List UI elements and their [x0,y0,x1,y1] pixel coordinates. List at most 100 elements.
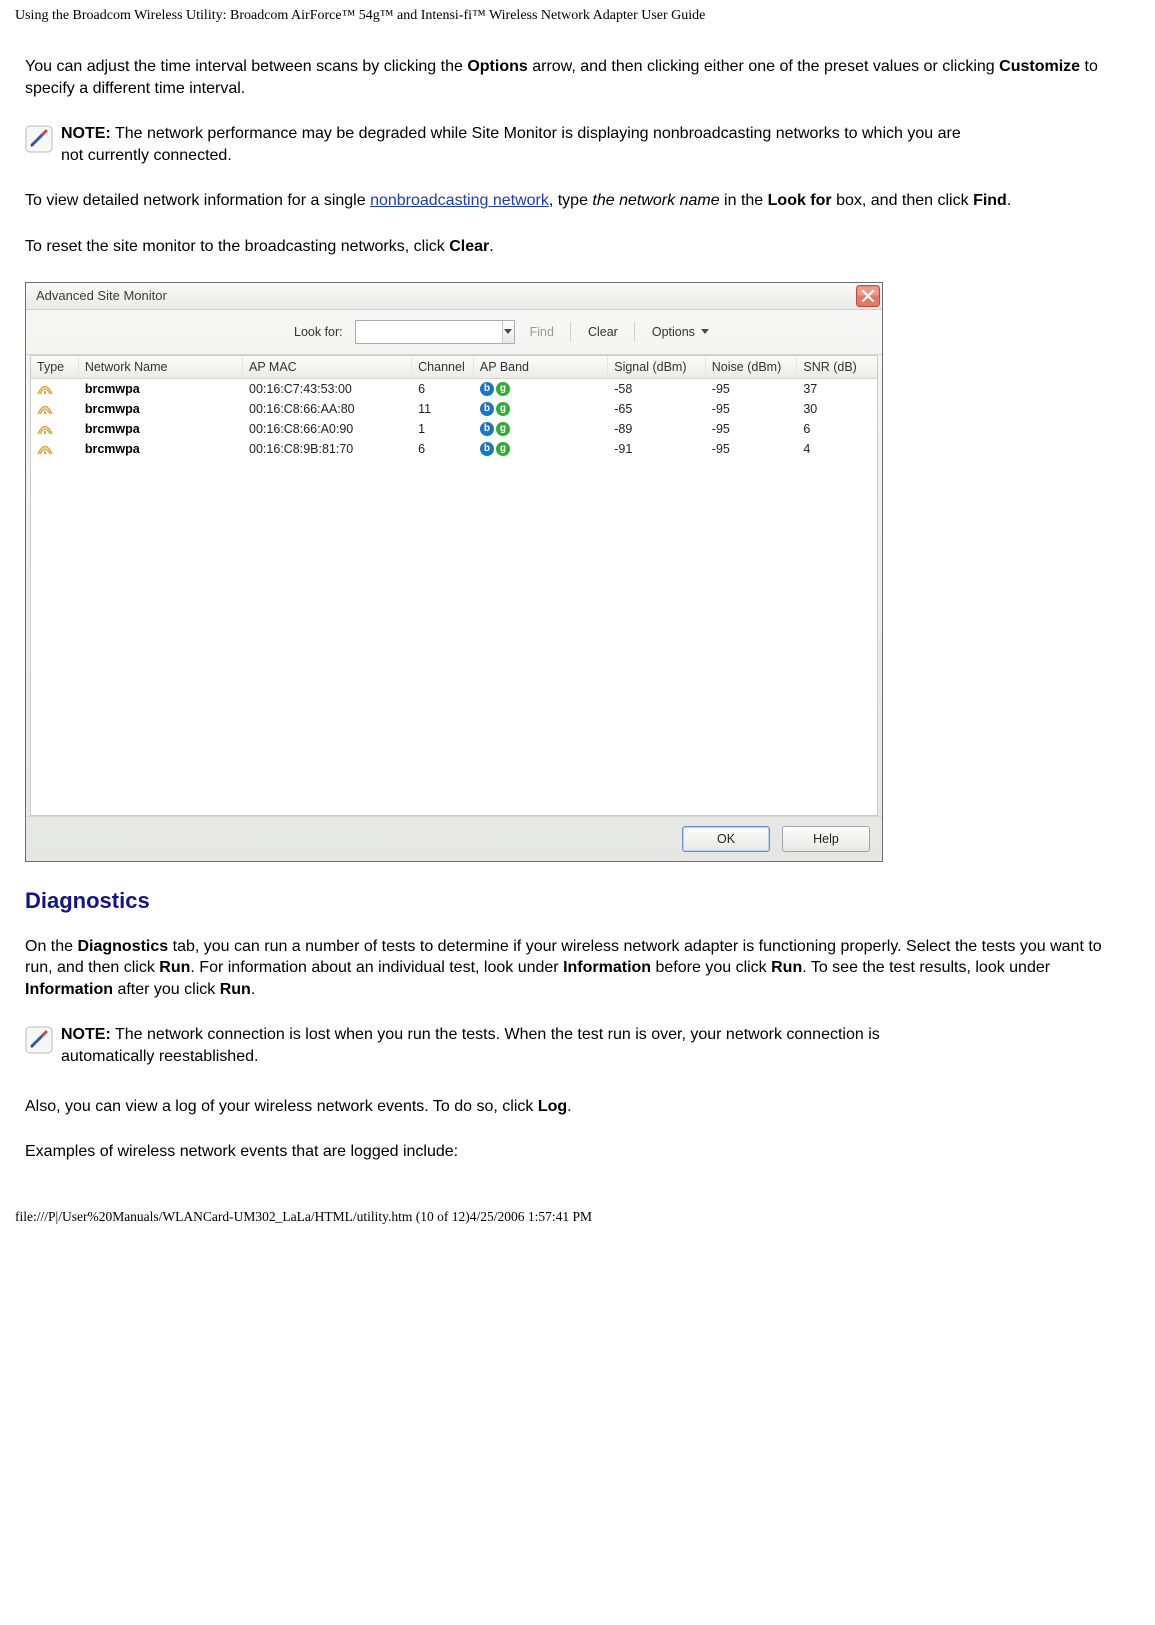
text: in the [720,192,768,209]
page-header-path: Using the Broadcom Wireless Utility: Bro… [15,0,1140,28]
signal-icon [37,443,53,455]
text: Also, you can view a log of your wireles… [25,1098,538,1115]
text: . To see the test results, look under [802,959,1050,976]
text-bold: Log [538,1098,567,1115]
text: To reset the site monitor to the broadca… [25,238,449,255]
cell-channel: 1 [412,419,474,439]
paragraph-lookfor: To view detailed network information for… [25,190,1130,212]
text-bold: Options [467,58,527,75]
cell-noise: -95 [706,439,798,459]
cell-name: brcmwpa [85,422,140,436]
paragraph-examples: Examples of wireless network events that… [25,1141,1130,1163]
text: . For information about an individual te… [190,959,563,976]
cell-signal: -65 [608,399,706,419]
text-bold: Clear [449,238,489,255]
cell-noise: -95 [706,419,798,439]
paragraph-clear: To reset the site monitor to the broadca… [25,236,1130,258]
col-noise[interactable]: Noise (dBm) [706,356,798,378]
col-snr[interactable]: SNR (dB) [797,356,877,378]
signal-icon [37,403,53,415]
paragraph-options: You can adjust the time interval between… [25,56,1130,99]
paragraph-diagnostics: On the Diagnostics tab, you can run a nu… [25,936,1130,1001]
text-bold: Find [973,192,1007,209]
cell-snr: 4 [797,439,877,459]
band-icon: bg [480,382,510,396]
text: On the [25,938,77,955]
text-italic: the network name [592,192,719,209]
cell-snr: 30 [797,399,877,419]
text: before you click [651,959,771,976]
note-icon [25,125,53,153]
cell-mac: 00:16:C8:66:AA:80 [243,399,412,419]
cell-noise: -95 [706,399,798,419]
text: . [1007,192,1011,209]
lookfor-label: Look for: [294,325,343,339]
col-mac[interactable]: AP MAC [243,356,412,378]
ok-button[interactable]: OK [682,826,770,852]
footer-path: file:///P|/User%20Manuals/WLANCard-UM302… [15,1187,1140,1233]
list-header[interactable]: Type Network Name AP MAC Channel AP Band… [31,356,877,379]
cell-mac: 00:16:C8:66:A0:90 [243,419,412,439]
help-button[interactable]: Help [782,826,870,852]
text-bold: Run [220,981,251,998]
separator [634,322,635,342]
text-bold: Run [771,959,802,976]
table-row[interactable]: brcmwpa00:16:C8:9B:81:706bg-91-954 [31,439,877,459]
cell-signal: -58 [608,379,706,399]
text-bold: Run [159,959,190,976]
note-label: NOTE: [61,125,111,142]
text: . [489,238,493,255]
options-button[interactable]: Options [643,321,717,343]
network-list: Type Network Name AP MAC Channel AP Band… [30,355,878,816]
clear-button[interactable]: Clear [579,321,626,343]
text: after you click [113,981,220,998]
cell-channel: 11 [412,399,474,419]
col-band[interactable]: AP Band [474,356,608,378]
col-channel[interactable]: Channel [412,356,474,378]
lookfor-input[interactable] [356,321,502,343]
paragraph-log: Also, you can view a log of your wireles… [25,1096,1130,1118]
toolbar: Look for: Find Clear Options [26,310,882,355]
separator [570,322,571,342]
text-bold: Information [25,981,113,998]
table-row[interactable]: brcmwpa00:16:C7:43:53:006bg-58-9537 [31,379,877,399]
note-block: NOTE: The network connection is lost whe… [25,1024,1130,1067]
text-bold: Customize [999,58,1080,75]
lookfor-combobox[interactable] [355,320,515,344]
note-text: The network performance may be degraded … [61,125,961,164]
text: You can adjust the time interval between… [25,58,467,75]
note-icon [25,1026,53,1054]
col-name[interactable]: Network Name [79,356,243,378]
table-row[interactable]: brcmwpa00:16:C8:66:AA:8011bg-65-9530 [31,399,877,419]
find-button[interactable]: Find [521,321,562,343]
cell-name: brcmwpa [85,382,140,396]
window-title: Advanced Site Monitor [36,288,167,303]
window-footer: OK Help [26,816,882,861]
cell-noise: -95 [706,379,798,399]
text: . [251,981,255,998]
chevron-down-icon [701,329,709,334]
band-icon: bg [480,422,510,436]
text: , type [549,192,593,209]
text-bold: Information [563,959,651,976]
cell-signal: -91 [608,439,706,459]
site-monitor-window: Advanced Site Monitor Look for: Find [25,282,883,862]
options-label: Options [652,325,695,339]
note-text: The network connection is lost when you … [61,1026,880,1065]
col-signal[interactable]: Signal (dBm) [608,356,706,378]
text: arrow, and then clicking either one of t… [528,58,999,75]
lookfor-dropdown-button[interactable] [502,321,514,343]
signal-icon [37,423,53,435]
cell-signal: -89 [608,419,706,439]
table-row[interactable]: brcmwpa 00:16:C8:66:A0:901 bg -89-956 [31,419,877,439]
cell-channel: 6 [412,439,474,459]
close-button[interactable] [856,285,880,307]
nonbroadcasting-link[interactable]: nonbroadcasting network [370,192,549,209]
col-type[interactable]: Type [31,356,79,378]
cell-mac: 00:16:C7:43:53:00 [243,379,412,399]
cell-snr: 6 [797,419,877,439]
signal-icon [37,383,53,395]
titlebar: Advanced Site Monitor [26,283,882,310]
diagnostics-heading: Diagnostics [25,888,1130,914]
text-bold: Look for [768,192,832,209]
